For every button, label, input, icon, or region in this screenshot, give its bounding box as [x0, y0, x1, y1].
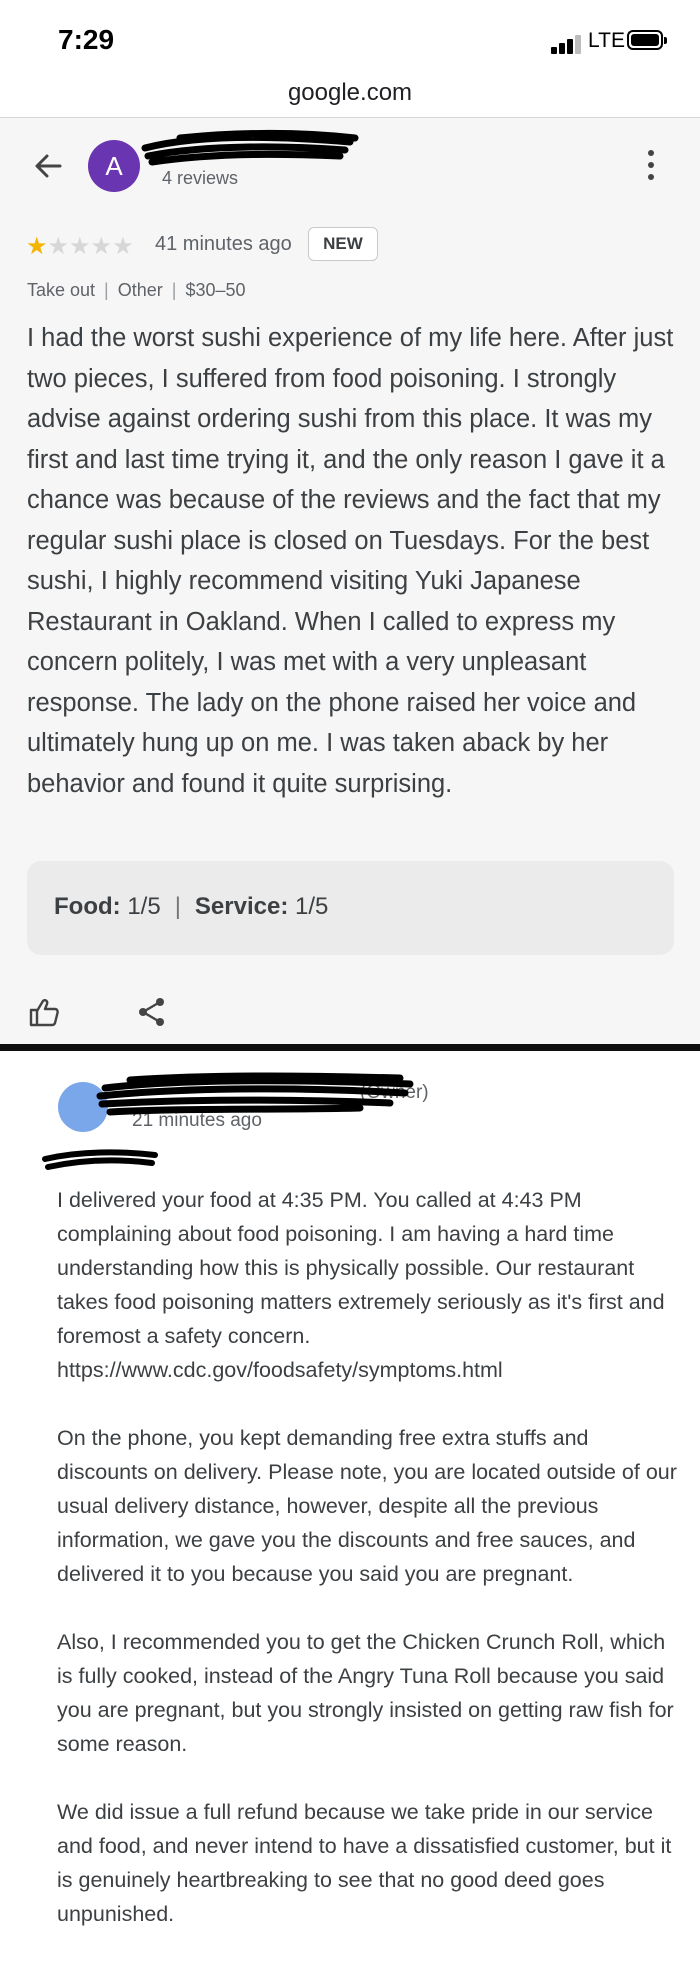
meta-service-type: Take out [27, 280, 96, 300]
star-icon: ★ [47, 233, 70, 260]
network-label: LTE [588, 29, 625, 52]
reviewer-avatar[interactable]: A [88, 140, 140, 192]
signal-icon [551, 34, 581, 54]
service-label: Service: [194, 893, 289, 920]
star-rating: ★★★★★ [26, 232, 134, 261]
thumbs-up-icon[interactable] [28, 996, 60, 1028]
new-badge: NEW [308, 227, 378, 261]
service-rating: 1/5 [295, 893, 329, 920]
owner-paragraph: We did issue a full refund because we ta… [57, 1800, 672, 1926]
share-icon[interactable] [136, 996, 168, 1028]
owner-paragraph: Also, I recommended you to get the Chick… [57, 1630, 674, 1756]
meta-price: $30–50 [185, 280, 246, 300]
review-meta: Take out | Other | $30–50 [27, 280, 246, 300]
star-icon: ★ [26, 233, 48, 260]
owner-response-text: I delivered your food at 4:35 PM. You ca… [57, 1183, 677, 1965]
more-vert-icon[interactable] [645, 150, 657, 184]
section-divider [0, 1044, 700, 1051]
food-rating: 1/5 [127, 893, 161, 920]
redaction-scribble [141, 130, 359, 166]
owner-paragraph: On the phone, you kept demanding free ex… [57, 1426, 677, 1586]
redaction-scribble [42, 1149, 158, 1170]
redaction-scribble [96, 1072, 414, 1116]
meta-meal-type: Other [117, 280, 163, 300]
ratings-summary: Food: 1/5 | Service: 1/5 [27, 861, 674, 955]
star-icon: ★ [69, 233, 91, 260]
owner-paragraph: I delivered your food at 4:35 PM. You ca… [57, 1188, 665, 1382]
food-label: Food: [54, 893, 121, 920]
review-text: I had the worst sushi experience of my l… [27, 324, 674, 798]
star-icon: ★ [112, 233, 134, 260]
battery-icon [627, 30, 667, 50]
address-bar[interactable]: google.com [0, 79, 700, 107]
status-time: 7:29 [58, 24, 115, 55]
review-time: 41 minutes ago [155, 233, 292, 255]
star-icon: ★ [90, 233, 113, 260]
status-bar: 7:29 LTE [0, 0, 700, 76]
back-arrow-icon[interactable] [30, 148, 66, 184]
